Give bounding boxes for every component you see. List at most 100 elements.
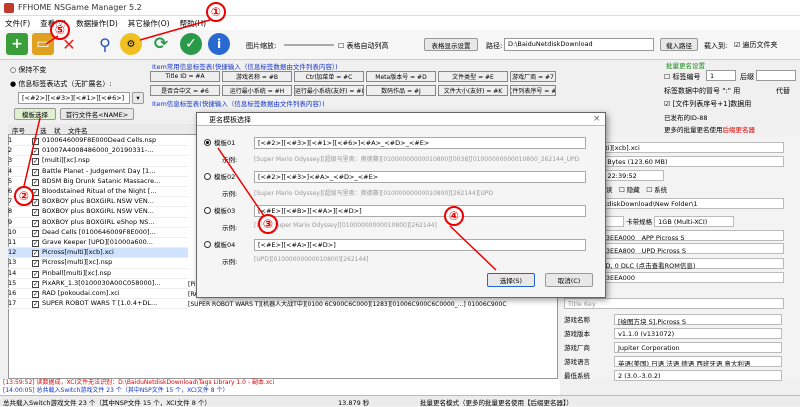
template-option[interactable]: 模板02 [<#2>][<#3>]<#A>_<#D>_<#E> 示例: [Super …	[204, 171, 594, 201]
table-row[interactable]: 1 ✓ 0100646009F8E000Dead Cells.nsp	[8, 136, 188, 147]
select-button[interactable]: 选择(S)	[487, 273, 535, 287]
table-row[interactable]: 16 ✓ RAD [pokoudai.com].xci	[8, 289, 188, 300]
more-link[interactable]: 后缀更名器	[723, 126, 756, 134]
row-checkbox[interactable]: ✓	[32, 301, 39, 309]
info-icon[interactable]: i	[208, 33, 230, 55]
table-row[interactable]: 13 ✓ Picross[multi][xc].nsp	[8, 258, 188, 269]
template-select-button[interactable]: 模板选择	[14, 108, 56, 120]
row-checkbox[interactable]: ✓	[32, 229, 39, 237]
table-row[interactable]: 8 ✓ BOXBOY plus BOXGIRL NSW VEN...	[8, 207, 188, 218]
menu-data[interactable]: 数据操作(D)	[71, 16, 123, 31]
row-checkbox[interactable]: ✓	[32, 291, 39, 298]
template-radio[interactable]	[204, 173, 211, 180]
filelist-checkbox[interactable]: ☑ 遍历文件夹	[734, 40, 778, 50]
auto-height-checkbox[interactable]: ☐ 表格自动列高	[338, 41, 389, 51]
tag-button-k[interactable]: 文件大小(友好) = #K	[438, 85, 508, 96]
table-row[interactable]: 5 ✓ BDSM Big Drunk Satanic Massacre...	[8, 177, 188, 187]
table-row[interactable]: 17 ✓ SUPER ROBOT WARS T [1.0.4+DL...	[8, 299, 188, 310]
row-checkbox[interactable]: ✓	[32, 219, 39, 227]
search-icon[interactable]: ⚲	[94, 33, 116, 55]
tag-button-c[interactable]: Ctrl加菜单 = #C	[294, 71, 364, 82]
tag-hint-2: Item信息标签表(快捷输入（信息标签数据由文件列表内容）)	[152, 100, 325, 108]
menu-other[interactable]: 其它操作(O)	[123, 16, 175, 31]
tag-button-h[interactable]: 运行最小系统 = #H	[222, 85, 292, 96]
template-radio[interactable]: ● 信息标签表达式（无扩展名）:	[10, 79, 112, 89]
row-checkbox[interactable]: ✓	[32, 148, 39, 156]
path-input[interactable]: D:\BaiduNetdiskDownload	[504, 38, 654, 51]
row-checkbox[interactable]: ✓	[32, 138, 39, 145]
tag-button-j[interactable]: 数码作品 = #J	[366, 85, 436, 96]
table-row[interactable]: 14 ✓ Pinball[multi][xc].nsp	[8, 269, 188, 279]
table-row[interactable]: 11 ✓ Grave Keeper [UPD][01000a600...	[8, 238, 188, 249]
close-icon[interactable]: ×	[593, 114, 601, 124]
table-row[interactable]: 10 ✓ Dead Cells [0100646009F8E000]...	[8, 228, 188, 238]
template-value[interactable]: [<#2>][<#3>][<#1>][<#6>]<#A>_<#D>_<#E>	[254, 137, 586, 149]
first-file-button[interactable]: 首行文件名<NAME>	[60, 108, 134, 120]
row-checkbox[interactable]: ✓	[32, 260, 39, 268]
template-radio[interactable]	[204, 139, 211, 146]
tag-button-6[interactable]: 是否合中文 = #6	[150, 85, 220, 96]
table-row[interactable]: 4 ✓ Battle Planet - Judgement Day [1...	[8, 167, 188, 177]
row-checkbox[interactable]: ✓	[32, 270, 39, 278]
open-folder-icon[interactable]: ▭	[32, 33, 54, 55]
col-filename[interactable]: 文件名	[68, 125, 88, 135]
attr-system[interactable]: ☐ 系统	[646, 186, 667, 194]
tag-button-e[interactable]: 文件类型 = #E	[438, 71, 508, 82]
row-checkbox[interactable]: ✓	[32, 250, 39, 258]
tag-button-d[interactable]: Meta版本号 = #D	[366, 71, 436, 82]
mark-checkbox[interactable]: ☐ 标签编号	[664, 72, 701, 82]
tag-button-i[interactable]: 运行最小系统(友好) = #I	[294, 85, 364, 96]
table-row[interactable]: 12 ✓ Picross[multi][xcb].xci	[8, 248, 188, 259]
template-value[interactable]: [<#E>][<#A>][<#D>]	[254, 239, 586, 251]
row-checkbox[interactable]: ✓	[32, 209, 39, 217]
table-settings-button[interactable]: 表格显示设置	[424, 38, 478, 51]
attr-hidden[interactable]: ☐ 隐藏	[619, 186, 640, 194]
template-option[interactable]: 模板01 [<#2>][<#3>][<#1>][<#6>]<#A>_<#D>_<#…	[204, 137, 594, 167]
table-row[interactable]: 15 ✓ PixARK_1.3[0100030A00C058000]...	[8, 279, 188, 289]
table-row[interactable]: 3 ✓ [multi][xc].nsp	[8, 156, 188, 167]
row-checkbox[interactable]: ✓	[32, 158, 39, 166]
check-icon[interactable]: ✓	[180, 33, 202, 55]
row-checkbox[interactable]: ✓	[32, 280, 39, 288]
tag-button-b[interactable]: 游戏名称 = #B	[222, 71, 292, 82]
menu-help[interactable]: 帮助(H)	[175, 16, 212, 31]
start-number-input[interactable]: 1	[706, 70, 736, 81]
template-radio[interactable]	[204, 241, 211, 248]
row-index: 11	[8, 238, 17, 246]
tag-button-l[interactable]: 文件列表序号 = #L	[510, 85, 556, 96]
template-value[interactable]: [<#2>][<#3>]<#A>_<#D>_<#E>	[254, 171, 586, 183]
log-panel: [13:59:52] 读数据成，XCI文件无法识别：D:\BaiduNetdis…	[0, 379, 560, 395]
row-checkbox[interactable]: ✓	[32, 168, 39, 176]
rename-icon[interactable]: ⚙	[120, 33, 142, 55]
load-path-button[interactable]: 载入路径	[660, 38, 698, 51]
game-language: 英语(美国) 日语 法语 德语 西班牙语 意大利语	[614, 356, 782, 367]
template-radio[interactable]	[204, 207, 211, 214]
tag-button-7[interactable]: 游戏厂商 = #7	[510, 71, 556, 82]
row-filename: Battle Planet - Judgement Day [1...	[42, 166, 156, 175]
template-value[interactable]: [<#E>][<#B>][<#A>][<#D>]	[254, 205, 586, 217]
thumb-scale-slider[interactable]	[284, 44, 334, 46]
row-index: 12	[8, 248, 17, 257]
tag-button-a[interactable]: Title ID = #A	[150, 71, 220, 82]
template-dropdown-icon[interactable]: ▾	[132, 92, 144, 104]
refresh-icon[interactable]: ⟳	[150, 33, 172, 55]
template-input[interactable]: [<#2>][<#3>][<#1>][<#6>]	[18, 92, 130, 104]
row-checkbox[interactable]: ✓	[32, 240, 39, 247]
table-row[interactable]: 2 ✓ 01007A4008486000_20190331-...	[8, 146, 188, 157]
after-input[interactable]	[756, 70, 796, 81]
table-row[interactable]: 7 ✓ BOXBOY plus BOXGIRL NSW VEN...	[8, 197, 188, 208]
keep-sn-checkbox[interactable]: ☑ [文件列表序号+1]数据用	[664, 99, 751, 109]
menu-file[interactable]: 文件(F)	[0, 16, 35, 31]
col-select[interactable]: 选	[40, 125, 47, 135]
row-filename: 0100646009F8E000Dead Cells.nsp	[42, 136, 157, 144]
min-system-label: 最低系统	[564, 372, 590, 380]
keep-radio[interactable]: ○ 保持不变	[10, 65, 46, 75]
col-status[interactable]: 状	[54, 125, 61, 135]
table-row[interactable]: 9 ✓ BOXBOY plus BOXGIRL eShop NS...	[8, 218, 188, 228]
row-checkbox[interactable]: ✓	[32, 178, 39, 186]
template-option[interactable]: 模板04 [<#E>][<#A>][<#D>] 示例: [UPD][010000000…	[204, 239, 594, 269]
add-file-icon[interactable]: +	[6, 33, 28, 55]
cancel-button[interactable]: 取消(C)	[545, 273, 593, 287]
table-row[interactable]: 6 ✓ Bloodstained Ritual of the Night [...	[8, 187, 188, 198]
col-index[interactable]: 序号	[12, 125, 25, 135]
